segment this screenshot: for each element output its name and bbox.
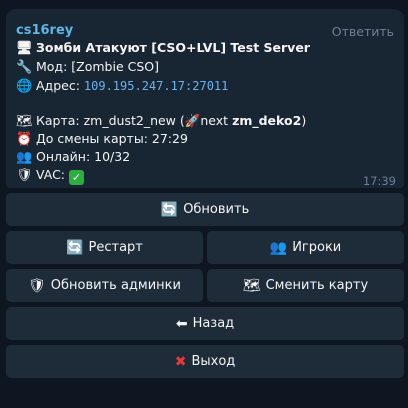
change-map-button[interactable]: 🗺 Сменить карту — [207, 269, 404, 302]
map-value: zm_dust2_new — [83, 113, 176, 128]
next-label: next — [200, 113, 229, 128]
online-value: 10/32 — [94, 149, 131, 164]
monitor-icon: 🖥 — [16, 41, 33, 56]
shield-icon: 🛡 — [28, 277, 46, 294]
shield-icon: 🛡 — [16, 168, 33, 183]
refresh-icon: 🔄 — [160, 201, 179, 218]
mod-line: 🔧 Мод: [Zombie CSO] — [16, 59, 159, 75]
refresh-label: Обновить — [183, 202, 250, 217]
message-time: 17:39 — [362, 174, 396, 188]
exit-label: Выход — [191, 354, 236, 369]
refresh-button[interactable]: 🔄 Обновить — [6, 193, 404, 226]
online-line: 👥 Онлайн: 10/32 — [16, 149, 130, 165]
back-label: Назад — [192, 316, 235, 331]
next-paren-close: ) — [301, 113, 307, 128]
back-button[interactable]: ⬅ Назад — [6, 307, 404, 340]
change-map-label: Сменить карту — [265, 278, 369, 293]
alarm-clock-icon: ⏰ — [16, 132, 33, 147]
map-icon: 🗺 — [242, 277, 261, 294]
change-label: До смены карты: — [36, 131, 148, 146]
update-admins-button[interactable]: 🛡 Обновить админки — [6, 269, 203, 302]
wrench-icon: 🔧 — [16, 60, 33, 75]
mod-label: Мод: — [36, 59, 68, 74]
vac-label: VAC: — [36, 167, 66, 182]
change-line: ⏰ До смены карты: 27:29 — [16, 131, 188, 147]
restart-label: Рестарт — [88, 240, 143, 255]
close-icon: ✖ — [174, 353, 187, 370]
sender-name[interactable]: cs16rey — [16, 23, 73, 38]
address-label: Адрес: — [36, 78, 80, 93]
restart-icon: 🔄 — [66, 239, 84, 256]
reply-button[interactable]: Ответить — [332, 24, 394, 39]
online-label: Онлайн: — [36, 149, 91, 164]
title-line: 🖥 Зомби Атакуют [CSO+LVL] Test Server — [16, 40, 310, 56]
mod-value: [Zombie CSO] — [71, 59, 159, 74]
users-icon: 👥 — [269, 239, 288, 256]
globe-icon: 🌐 — [16, 79, 33, 94]
users-icon: 👥 — [16, 150, 33, 165]
back-arrow-icon: ⬅ — [175, 315, 188, 332]
address-line: 🌐 Адрес: 109.195.247.17:27011 — [16, 78, 228, 94]
players-button[interactable]: 👥 Игроки — [207, 231, 404, 264]
map-icon: 🗺 — [16, 114, 33, 129]
restart-button[interactable]: 🔄 Рестарт — [6, 231, 203, 264]
check-icon: ✓ — [69, 170, 85, 185]
map-line: 🗺 Карта: zm_dust2_new (🚀next zm_deko2) — [16, 113, 306, 129]
map-label: Карта: — [36, 113, 80, 128]
vac-line: 🛡 VAC: ✓ — [16, 167, 85, 185]
address-value[interactable]: 109.195.247.17:27011 — [84, 79, 229, 93]
rocket-icon: 🚀 — [184, 113, 201, 128]
message-bubble: cs16rey Ответить 🖥 Зомби Атакуют [CSO+LVL… — [6, 9, 404, 188]
exit-button[interactable]: ✖ Выход — [6, 345, 404, 378]
next-map: zm_deko2 — [232, 113, 302, 128]
change-value: 27:29 — [151, 131, 188, 146]
update-admins-label: Обновить админки — [50, 278, 181, 293]
players-label: Игроки — [292, 240, 342, 255]
server-title: Зомби Атакуют [CSO+LVL] Test Server — [36, 40, 310, 55]
